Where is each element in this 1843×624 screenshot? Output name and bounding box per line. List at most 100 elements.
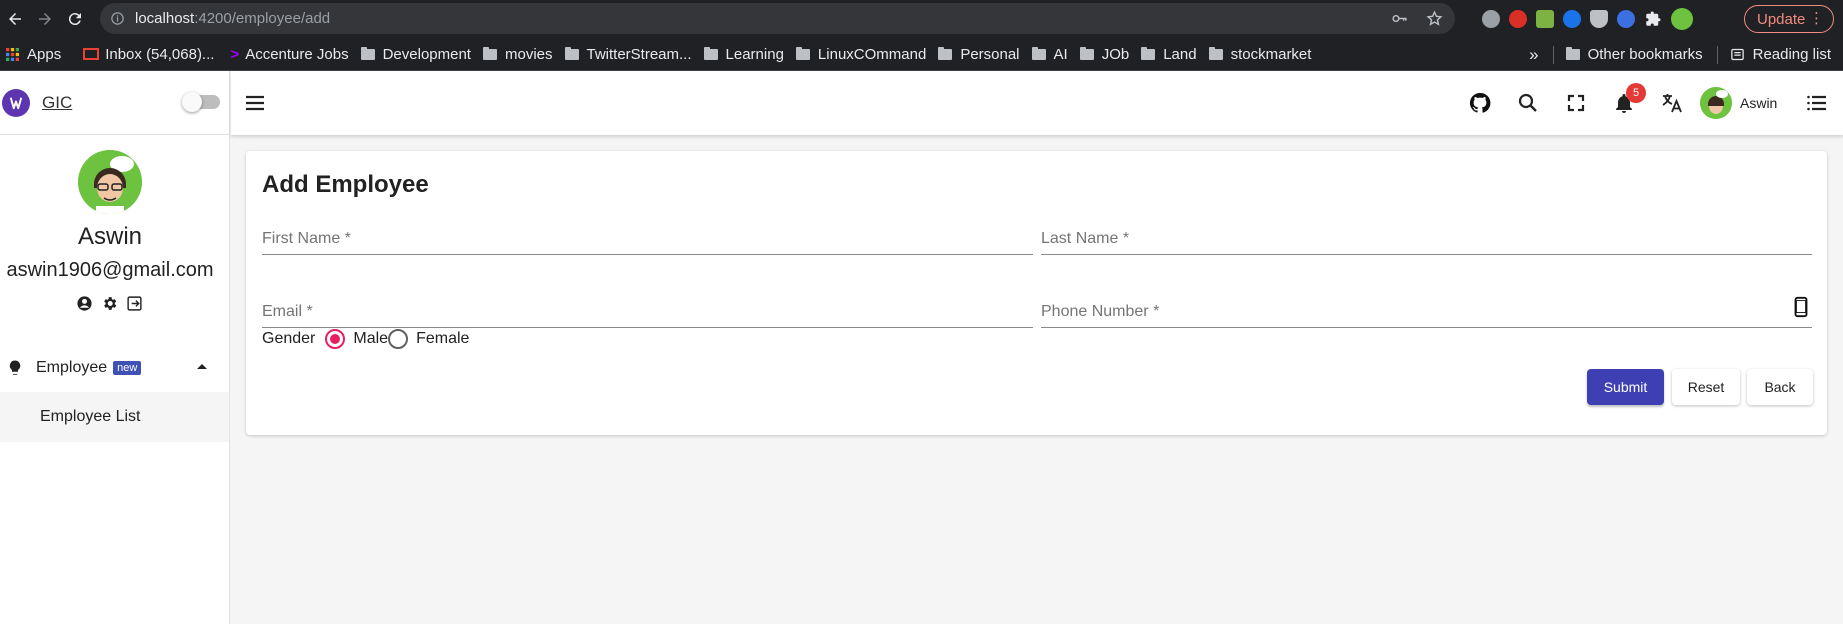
bookmark-accenture[interactable]: > Accenture Jobs xyxy=(230,46,348,63)
bookmark-learning[interactable]: Learning xyxy=(703,46,784,63)
folder-icon xyxy=(1031,46,1046,60)
bookmark-label: Apps xyxy=(27,45,62,63)
menu-hamburger-icon[interactable] xyxy=(231,79,279,127)
extension-blue-icon[interactable] xyxy=(1563,10,1581,28)
update-button[interactable]: Update ⋮ xyxy=(1744,5,1834,33)
settings-gear-icon[interactable] xyxy=(101,295,118,312)
bookmark-label: stockmarket xyxy=(1230,45,1312,63)
bookmark-label: Land xyxy=(1163,45,1197,63)
email-field[interactable]: Email * xyxy=(262,284,1033,328)
gender-male-label[interactable]: Male xyxy=(353,330,388,348)
bookmark-inbox[interactable]: Inbox (54,068)... xyxy=(83,46,214,63)
folder-icon xyxy=(795,46,810,60)
user-actions xyxy=(76,295,143,312)
logout-icon[interactable] xyxy=(126,295,143,312)
extension-node-icon[interactable] xyxy=(1536,10,1554,28)
phone-number-input[interactable] xyxy=(1041,305,1812,323)
user-panel: Aswin aswin1906@gmail.com xyxy=(0,135,229,355)
list-menu-icon[interactable] xyxy=(1793,79,1841,127)
bookmark-other[interactable]: Other bookmarks xyxy=(1565,46,1703,63)
folder-icon xyxy=(482,46,497,60)
new-badge: new xyxy=(113,361,142,375)
back-button[interactable]: Back xyxy=(1747,369,1813,405)
brand-logo-icon[interactable] xyxy=(2,88,30,117)
bookmark-job[interactable]: JOb xyxy=(1079,45,1130,63)
gender-label: Gender xyxy=(262,330,316,347)
forward-arrow-icon[interactable] xyxy=(30,4,60,34)
page-title: Add Employee xyxy=(262,171,429,198)
first-name-field[interactable]: First Name * xyxy=(262,211,1033,255)
bookmark-personal[interactable]: Personal xyxy=(938,45,1020,63)
gender-male-radio[interactable] xyxy=(325,329,346,349)
caret-up-icon xyxy=(197,364,207,369)
phone-number-field[interactable]: Phone Number * xyxy=(1041,284,1812,328)
theme-toggle[interactable] xyxy=(182,92,220,112)
reading-list-button[interactable]: Reading list xyxy=(1730,46,1831,63)
bookmark-movies[interactable]: movies xyxy=(482,46,553,63)
user-avatar xyxy=(1700,87,1732,119)
translate-icon[interactable] xyxy=(1648,79,1696,127)
gender-radio-group: Gender Male Female xyxy=(262,329,469,349)
folder-icon xyxy=(1079,46,1094,60)
lightbulb-icon xyxy=(9,360,21,375)
bookmark-land[interactable]: Land xyxy=(1141,45,1197,63)
url-host: localhost xyxy=(135,10,195,27)
divider xyxy=(1552,45,1554,64)
gender-female-radio[interactable] xyxy=(388,329,409,349)
submit-button[interactable]: Submit xyxy=(1587,369,1664,405)
folder-icon xyxy=(360,46,375,60)
folder-icon xyxy=(1208,46,1223,60)
bookmark-development[interactable]: Development xyxy=(360,46,471,63)
brand-name[interactable]: GIC xyxy=(42,93,72,113)
first-name-input[interactable] xyxy=(262,232,1033,250)
user-avatar xyxy=(78,150,142,214)
topbar-username: Aswin xyxy=(1740,95,1778,111)
account-circle-icon[interactable] xyxy=(76,295,93,312)
bookmark-apps[interactable]: Apps xyxy=(6,46,61,63)
notifications-bell-icon[interactable]: 5 xyxy=(1600,79,1648,127)
info-icon[interactable] xyxy=(110,11,125,26)
bookmark-label: Personal xyxy=(960,45,1020,63)
extension-shield-icon[interactable] xyxy=(1590,10,1608,28)
email-input[interactable] xyxy=(262,305,1033,323)
extension-e-icon[interactable] xyxy=(1617,10,1635,28)
bookmarks-overflow-button[interactable]: » xyxy=(1529,45,1538,65)
gender-female-label[interactable]: Female xyxy=(416,330,469,348)
reset-button[interactable]: Reset xyxy=(1672,369,1740,405)
bookmark-label: LinuxCOmmand xyxy=(817,45,927,63)
sidebar-item-employee-list[interactable]: Employee List xyxy=(0,392,229,442)
user-menu[interactable]: Aswin xyxy=(1700,87,1777,119)
back-arrow-icon[interactable] xyxy=(0,4,30,34)
bookmark-twitterstream[interactable]: TwitterStream... xyxy=(564,45,692,63)
github-icon[interactable] xyxy=(1456,79,1504,127)
reload-icon[interactable] xyxy=(60,4,90,34)
address-bar[interactable]: localhost:4200/employee/add xyxy=(100,3,1455,34)
sidebar-item-employee[interactable]: Employee new xyxy=(0,344,229,392)
extension-speech-icon[interactable] xyxy=(1482,10,1500,28)
search-icon[interactable] xyxy=(1504,79,1552,127)
bookmark-label: TwitterStream... xyxy=(586,45,692,63)
last-name-field[interactable]: Last Name * xyxy=(1041,211,1812,255)
bookmark-label: Other bookmarks xyxy=(1587,46,1703,63)
folder-icon xyxy=(564,46,579,60)
fullscreen-icon[interactable] xyxy=(1552,79,1600,127)
bookmark-linuxcommand[interactable]: LinuxCOmmand xyxy=(795,45,927,63)
app-root: GIC Aswin aswin1906@gmail.com Employee n… xyxy=(0,71,1843,624)
bookmark-ai[interactable]: AI xyxy=(1031,45,1068,63)
url-text[interactable]: localhost:4200/employee/add xyxy=(135,10,330,27)
key-icon[interactable] xyxy=(1391,10,1408,27)
update-label: Update xyxy=(1757,10,1806,28)
top-app-bar: 5 Aswin xyxy=(231,71,1843,135)
menu-dots-icon: ⋮ xyxy=(1809,10,1824,27)
bookmark-label: Accenture Jobs xyxy=(245,45,349,63)
last-name-input[interactable] xyxy=(1041,232,1812,250)
bookmark-label: JOb xyxy=(1101,45,1130,63)
bookmark-stockmarket[interactable]: stockmarket xyxy=(1208,45,1312,63)
puzzle-extensions-icon[interactable] xyxy=(1644,10,1662,28)
toggle-knob xyxy=(182,92,202,112)
star-icon[interactable] xyxy=(1426,10,1443,27)
extension-adblock-icon[interactable] xyxy=(1509,10,1527,28)
brand-row: GIC xyxy=(0,71,229,135)
profile-avatar-icon[interactable] xyxy=(1671,8,1693,30)
bookmark-label: AI xyxy=(1053,45,1068,63)
